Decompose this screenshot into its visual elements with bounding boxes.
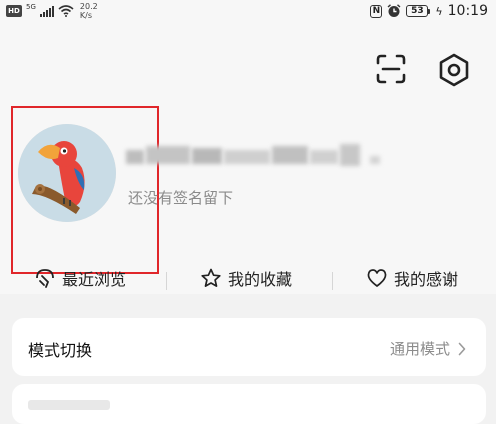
favorites-link[interactable]: 我的收藏 (200, 266, 292, 290)
star-icon (201, 268, 221, 287)
speed-unit: K/s (79, 11, 92, 20)
signal-icon (39, 5, 54, 17)
recent-browsing-link[interactable]: 最近浏览 (34, 266, 126, 290)
wifi-icon (58, 5, 74, 17)
scan-icon[interactable] (374, 52, 408, 86)
mode-switch-title: 模式切换 (28, 341, 93, 360)
status-left: HD 5G 20.2 K/s (6, 2, 98, 20)
battery-icon: 53 (406, 5, 431, 17)
charging-icon: ϟ (435, 4, 443, 18)
recent-label: 最近浏览 (62, 270, 127, 289)
settings-icon[interactable] (436, 52, 472, 88)
mode-switch-row[interactable]: 模式切换 通用模式 (12, 318, 486, 376)
heart-icon (367, 269, 387, 287)
recent-icon (36, 269, 54, 288)
network-speed: 20.2 K/s (80, 2, 98, 20)
profile-signature[interactable]: 还没有签名留下 (128, 187, 233, 208)
favorites-label: 我的收藏 (228, 270, 293, 289)
status-right: N 53 ϟ 10:19 (370, 3, 488, 19)
next-row-label-partial (28, 400, 110, 410)
alarm-icon (387, 4, 401, 18)
hd-badge: HD (6, 5, 22, 17)
quick-links: 最近浏览 我的收藏 我的感谢 (0, 262, 496, 294)
speed-value: 20.2 (79, 2, 98, 11)
thanks-link[interactable]: 我的感谢 (366, 266, 458, 290)
next-settings-row[interactable] (12, 384, 486, 424)
network-type: 5G (26, 3, 36, 11)
thanks-label: 我的感谢 (394, 270, 459, 289)
divider (166, 272, 167, 290)
mode-switch-value: 通用模式 (389, 340, 450, 358)
chevron-right-icon (458, 342, 466, 355)
divider (332, 272, 333, 290)
battery-level: 53 (406, 5, 429, 17)
nfc-icon: N (370, 4, 383, 18)
clock: 10:19 (447, 3, 488, 19)
mode-switch-value-group: 通用模式 (390, 338, 466, 359)
username-blurred (126, 136, 386, 176)
status-bar: HD 5G 20.2 K/s N 53 ϟ 10:19 (0, 0, 496, 24)
